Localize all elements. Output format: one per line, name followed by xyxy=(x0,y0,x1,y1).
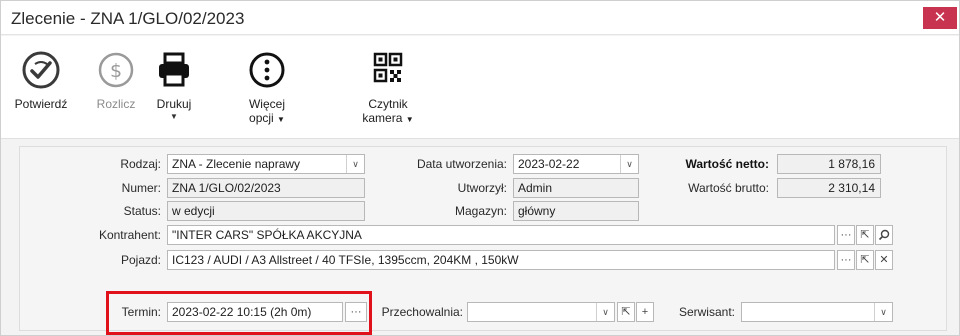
serwisant-select[interactable]: ∨ xyxy=(741,302,893,322)
data-utworzenia-field[interactable]: 2023-02-22 ∨ xyxy=(513,154,639,174)
ribbon-toolbar: Potwierdź $ Rozlicz Drukuj ▼ Więcej opcj… xyxy=(1,36,959,139)
print-dropdown-arrow[interactable]: ▼ xyxy=(149,112,199,121)
pojazd-clear-button[interactable]: ✕ xyxy=(875,250,893,270)
confirm-icon xyxy=(9,50,73,90)
magazyn-label: Magazyn: xyxy=(454,204,507,218)
wartosc-netto-label: Wartość netto: xyxy=(685,157,769,171)
wartosc-netto-field: 1 878,16 xyxy=(777,154,881,174)
more-options-label: Więcej opcji ▼ xyxy=(239,97,295,127)
close-icon: ✕ xyxy=(879,254,889,266)
svg-text:$: $ xyxy=(110,60,122,82)
kontrahent-label: Kontrahent: xyxy=(98,228,161,242)
przechowalnia-open-button[interactable]: ⇱ xyxy=(617,302,635,322)
status-label: Status: xyxy=(123,204,161,218)
open-link-icon: ⇱ xyxy=(860,229,870,241)
pojazd-open-button[interactable]: ⇱ xyxy=(856,250,874,270)
plus-icon: + xyxy=(641,306,649,318)
data-utworzenia-label: Data utworzenia: xyxy=(416,157,507,171)
order-window: Zlecenie - ZNA 1/GLO/02/2023 ✕ Potwierdź… xyxy=(0,0,960,336)
przechowalnia-label: Przechowalnia: xyxy=(381,305,463,319)
kontrahent-open-button[interactable]: ⇱ xyxy=(856,225,874,245)
termin-highlight-box xyxy=(106,291,372,335)
close-button[interactable]: ✕ xyxy=(923,7,957,29)
przechowalnia-select[interactable]: ∨ xyxy=(467,302,615,322)
chevron-down-icon[interactable]: ∨ xyxy=(346,155,364,173)
utworzyl-label: Utworzył: xyxy=(457,181,507,195)
open-link-icon: ⇱ xyxy=(860,254,870,266)
chevron-down-icon[interactable]: ∨ xyxy=(596,303,614,321)
more-options-button[interactable]: Więcej opcji ▼ xyxy=(239,50,295,136)
status-field: w edycji xyxy=(167,201,365,221)
confirm-label: Potwierdź xyxy=(14,97,68,111)
printer-icon xyxy=(149,50,199,90)
pojazd-label: Pojazd: xyxy=(120,253,161,267)
print-label: Drukuj xyxy=(156,97,192,111)
window-title: Zlecenie - ZNA 1/GLO/02/2023 xyxy=(11,9,245,28)
settle-button[interactable]: $ Rozlicz xyxy=(89,50,143,136)
dollar-icon: $ xyxy=(89,50,143,90)
wartosc-brutto-label: Wartość brutto: xyxy=(688,181,769,195)
przechowalnia-add-button[interactable]: + xyxy=(636,302,654,322)
camera-reader-label-1: Czytnik xyxy=(368,97,408,111)
utworzyl-field: Admin xyxy=(513,178,639,198)
kontrahent-search-button[interactable] xyxy=(875,225,893,245)
camera-reader-label: Czytnik kamera ▼ xyxy=(353,97,423,127)
rodzaj-value: ZNA - Zlecenie naprawy xyxy=(172,157,301,171)
kontrahent-browse-button[interactable]: ··· xyxy=(837,225,855,245)
camera-reader-dropdown-arrow[interactable]: ▼ xyxy=(406,115,414,124)
wartosc-brutto-field: 2 310,14 xyxy=(777,178,881,198)
title-bar: Zlecenie - ZNA 1/GLO/02/2023 ✕ xyxy=(1,1,959,35)
chevron-down-icon[interactable]: ∨ xyxy=(620,155,638,173)
more-options-label-1: Więcej xyxy=(248,97,285,111)
more-options-label-2: opcji xyxy=(249,111,274,125)
pojazd-field[interactable]: IC123 / AUDI / A3 Allstreet / 40 TFSIe, … xyxy=(167,250,835,270)
settle-label: Rozlicz xyxy=(96,97,136,111)
magazyn-field: główny xyxy=(513,201,639,221)
rodzaj-select[interactable]: ZNA - Zlecenie naprawy ∨ xyxy=(167,154,365,174)
rodzaj-label: Rodzaj: xyxy=(120,157,161,171)
camera-reader-button[interactable]: Czytnik kamera ▼ xyxy=(353,50,423,136)
pojazd-browse-button[interactable]: ··· xyxy=(837,250,855,270)
open-link-icon: ⇱ xyxy=(621,306,631,318)
kontrahent-field[interactable]: "INTER CARS" SPÓŁKA AKCYJNA xyxy=(167,225,835,245)
numer-label: Numer: xyxy=(121,181,161,195)
more-options-dropdown-arrow[interactable]: ▼ xyxy=(277,115,285,124)
chevron-down-icon[interactable]: ∨ xyxy=(874,303,892,321)
more-options-icon xyxy=(239,50,295,90)
confirm-button[interactable]: Potwierdź xyxy=(9,50,73,136)
camera-reader-label-2: kamera xyxy=(362,111,403,125)
qr-code-icon xyxy=(353,50,423,90)
print-button[interactable]: Drukuj ▼ xyxy=(149,50,199,136)
data-utworzenia-value: 2023-02-22 xyxy=(518,157,580,171)
serwisant-label: Serwisant: xyxy=(678,305,735,319)
numer-field: ZNA 1/GLO/02/2023 xyxy=(167,178,365,198)
search-icon xyxy=(878,229,890,241)
